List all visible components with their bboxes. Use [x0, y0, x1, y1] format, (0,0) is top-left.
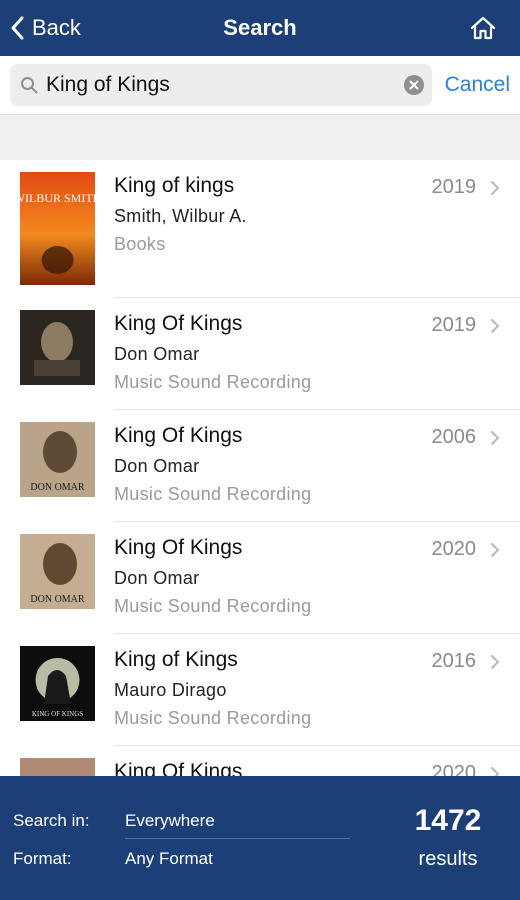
- chevron-right-icon: [491, 431, 500, 445]
- item-format: Music Sound Recording: [114, 596, 312, 616]
- results-list[interactable]: WILBUR SMITH King of kings Smith, Wilbur…: [0, 160, 520, 776]
- cover-artist-text: DON OMAR: [30, 594, 85, 605]
- back-label: Back: [32, 15, 81, 40]
- item-title: King of Kings: [114, 648, 238, 671]
- results-count-label: results: [418, 848, 478, 870]
- item-year: 2016: [431, 650, 477, 672]
- list-item[interactable]: DON OMAR King Of Kings Don Omar Music So…: [0, 522, 520, 634]
- search-field[interactable]: [10, 64, 432, 106]
- list-item[interactable]: King Of Kings Don Omar Music Sound Recor…: [0, 298, 520, 410]
- nav-bar: Back Search: [0, 0, 520, 56]
- home-icon[interactable]: [470, 16, 496, 40]
- item-format: Books: [114, 234, 166, 254]
- item-title: King Of Kings: [114, 760, 243, 776]
- item-author: Mauro Dirago: [114, 680, 227, 700]
- cover-author-text: WILBUR SMITH: [20, 191, 95, 205]
- format-label: Format:: [13, 849, 72, 868]
- chevron-right-icon: [491, 319, 500, 333]
- item-author: Don Omar: [114, 456, 200, 476]
- svg-text:DON OMAR: DON OMAR: [30, 482, 85, 493]
- chevron-right-icon: [491, 767, 500, 776]
- svg-text:KING OF KINGS: KING OF KINGS: [32, 710, 83, 718]
- item-title: King Of Kings: [114, 424, 243, 447]
- item-author: Don Omar: [114, 568, 200, 588]
- chevron-left-icon: [11, 16, 24, 40]
- list-item[interactable]: WILBUR SMITH King of kings Smith, Wilbur…: [0, 160, 520, 298]
- search-bar: Cancel: [0, 56, 520, 114]
- item-format: Music Sound Recording: [114, 484, 312, 504]
- cover-artist-text: DON OMAR: [30, 482, 85, 493]
- item-title: King Of Kings: [114, 312, 243, 335]
- album-cover: DON OMAR: [20, 534, 95, 609]
- album-cover: KING OF KINGS: [20, 646, 95, 721]
- svg-text:WILBUR SMITH: WILBUR SMITH: [20, 191, 95, 205]
- item-year: 2020: [431, 762, 477, 776]
- search-icon: [21, 77, 38, 94]
- search-in-selector[interactable]: Everywhere: [125, 811, 215, 831]
- item-author: Smith, Wilbur A.: [114, 206, 247, 226]
- search-footer: Search in: Everywhere Format: Any Format…: [0, 776, 520, 900]
- cover-album-text: KING OF KINGS: [32, 710, 83, 718]
- back-button[interactable]: Back: [10, 0, 81, 56]
- clear-icon[interactable]: [404, 75, 424, 95]
- list-item[interactable]: KING OF KINGS King of Kings Mauro Dirago…: [0, 634, 520, 746]
- list-item[interactable]: DON OMAR King Of Kings Don Omar Music So…: [0, 410, 520, 522]
- format-selector[interactable]: Any Format: [125, 849, 213, 869]
- cancel-button[interactable]: Cancel: [445, 64, 510, 106]
- svg-text:DON OMAR: DON OMAR: [30, 594, 85, 605]
- item-title: King of kings: [114, 174, 235, 197]
- item-year: 2020: [431, 538, 477, 560]
- item-format: Music Sound Recording: [114, 372, 312, 392]
- chevron-right-icon: [491, 181, 500, 195]
- search-input[interactable]: [46, 64, 396, 106]
- album-cover: [20, 310, 95, 385]
- album-cover: DON OMAR: [20, 422, 95, 497]
- item-year: 2019: [431, 314, 477, 336]
- divider: [125, 838, 350, 839]
- album-cover: [20, 758, 95, 776]
- item-author: Don Omar: [114, 344, 200, 364]
- chevron-right-icon: [491, 655, 500, 669]
- item-format: Music Sound Recording: [114, 708, 312, 728]
- item-year: 2019: [431, 176, 477, 198]
- section-header: [0, 114, 520, 160]
- chevron-right-icon: [491, 543, 500, 557]
- search-in-label: Search in:: [13, 811, 90, 830]
- list-item[interactable]: King Of Kings 2020: [0, 746, 520, 776]
- results-count: 1472: [414, 804, 482, 837]
- book-cover: WILBUR SMITH: [20, 172, 95, 285]
- item-title: King Of Kings: [114, 536, 243, 559]
- item-year: 2006: [431, 426, 477, 448]
